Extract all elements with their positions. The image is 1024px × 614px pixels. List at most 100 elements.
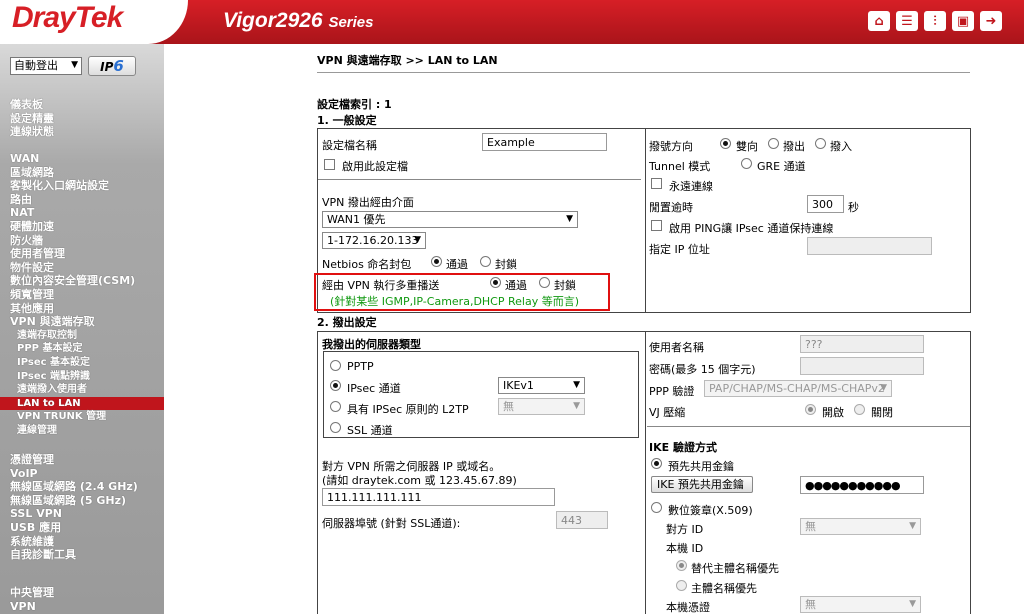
sidebar-item-g2-7[interactable]: 使用者管理 [0,247,164,261]
sidebar-item-g2-4[interactable]: NAT [0,206,164,220]
cert-radio[interactable] [651,502,662,513]
sidebar-item-g2-6[interactable]: 防火牆 [0,234,164,248]
sidebar-item-g3-5[interactable]: USB 應用 [0,521,164,535]
sidebar-item-vpn-2[interactable]: IPsec 基本設定 [0,356,164,370]
local-cert-select[interactable]: 無 ▼ [800,596,921,613]
sidebar-item-vpn-3[interactable]: IPsec 端點辨識 [0,370,164,384]
sidebar-item-g3-0[interactable]: 憑證管理 [0,453,164,467]
idle-timeout-input[interactable]: 300 [807,195,844,213]
sidebar-item-g2-12[interactable]: VPN 與遠端存取 [0,315,164,329]
ipv6-button[interactable]: IP6 [88,56,136,76]
ipsec-label: IPsec 通道 [347,382,401,395]
ping-label: 啟用 PING讓 IPsec 通道保持連線 [669,222,834,235]
ping-ip-input[interactable] [807,237,932,255]
multicast-pass-label: 通過 [505,279,527,292]
direction-both-radio[interactable] [720,138,731,149]
pptp-radio[interactable] [330,360,341,371]
chevron-down-icon: ▼ [909,599,916,609]
sidebar-item-vpn-1[interactable]: PPP 基本設定 [0,342,164,356]
netbios-block-radio[interactable] [480,256,491,267]
psk-radio[interactable] [651,458,662,469]
list-icon[interactable]: ☰ [896,11,918,31]
sidebar-item-g1-0[interactable]: 儀表板 [0,98,164,112]
idle-timeout-unit: 秒 [848,201,859,214]
sidebar-item-g2-9[interactable]: 數位內容安全管理(CSM) [0,274,164,288]
multicast-block-label: 封鎖 [554,279,576,292]
sidebar-item-g3-4[interactable]: SSL VPN [0,507,164,521]
ipsec-radio[interactable] [330,380,341,391]
ip-select[interactable]: 1-172.16.20.133 ▼ [322,232,426,249]
sidebar-item-g1-1[interactable]: 設定精靈 [0,112,164,126]
password-input[interactable] [800,357,924,375]
l2tp-policy-select[interactable]: 無 ▼ [498,398,585,415]
sidebar-item-g3-6[interactable]: 系統維護 [0,535,164,549]
netbios-pass-radio[interactable] [431,256,442,267]
always-on-checkbox[interactable] [651,178,662,189]
wan-select[interactable]: WAN1 優先 ▼ [322,211,578,228]
ppp-auth-select[interactable]: PAP/CHAP/MS-CHAP/MS-CHAPv2 ▼ [704,380,892,397]
psk-button[interactable]: IKE 預先共用金鑰 [651,476,753,493]
sidebar-item-g3-3[interactable]: 無線區域網路 (5 GHz) [0,494,164,508]
username-input[interactable]: ??? [800,335,924,353]
gre-radio[interactable] [741,158,752,169]
idle-timeout-label: 閒置逾時 [649,201,693,214]
psk-input[interactable]: ●●●●●●●●●●● [800,476,924,494]
model-name: Vigor2926 Series [223,9,374,32]
chevron-down-icon: ▼ [573,380,580,390]
chevron-down-icon: ▼ [573,401,580,411]
sidebar-item-g2-1[interactable]: 區域網路 [0,166,164,180]
sidebar-item-vpn-6[interactable]: VPN TRUNK 管理 [0,410,164,424]
sidebar-item-g2-0[interactable]: WAN [0,152,164,166]
sidebar-item-g2-2[interactable]: 客製化入口網站設定 [0,179,164,193]
auto-logout-select[interactable]: 自動登出 ▼ [10,57,82,75]
multicast-pass-radio[interactable] [490,277,501,288]
home-icon[interactable]: ⌂ [868,11,890,31]
sidebar-item-g3-7[interactable]: 自我診斷工具 [0,548,164,562]
sidebar-item-vpn-7[interactable]: 連線管理 [0,424,164,438]
subject-radio[interactable] [676,580,687,591]
ping-ip-label: 指定 IP 位址 [649,243,710,256]
l2tp-radio[interactable] [330,401,341,412]
profile-name-input[interactable]: Example [482,133,607,151]
enable-profile-checkbox[interactable] [324,159,335,170]
sidebar-item-g2-11[interactable]: 其他應用 [0,302,164,316]
sidebar-item-vpn-5[interactable]: LAN to LAN [0,396,164,411]
chevron-down-icon: ▼ [909,521,916,531]
logout-icon[interactable]: ➜ [980,11,1002,31]
server-ip-input[interactable]: 111.111.111.111 [322,488,555,506]
direction-in-radio[interactable] [815,138,826,149]
password-label: 密碼(最多 15 個字元) [649,363,756,376]
sidebar-item-g2-10[interactable]: 頻寬管理 [0,288,164,302]
sidebar-item-g2-3[interactable]: 路由 [0,193,164,207]
enable-profile-label: 啟用此設定檔 [342,160,408,173]
divider [317,72,970,73]
direction-out-label: 撥出 [783,140,805,153]
sidebar-item-g1-2[interactable]: 連線狀態 [0,125,164,139]
sidebar-item-g2-5[interactable]: 硬體加速 [0,220,164,234]
section-dialout-title: 2. 撥出設定 [317,316,377,329]
sidebar-item-g4-0[interactable]: 中央管理 [0,586,164,600]
save-icon[interactable]: ▣ [952,11,974,31]
multicast-block-radio[interactable] [539,277,550,288]
sidebar-item-g2-8[interactable]: 物件設定 [0,261,164,275]
alt-subject-radio[interactable] [676,560,687,571]
multicast-note: (針對某些 IGMP,IP-Camera,DHCP Relay 等而言) [330,295,580,308]
vj-on-label: 開啟 [822,406,844,419]
vpn-interface-label: VPN 撥出經由介面 [322,196,414,209]
peer-id-select[interactable]: 無 ▼ [800,518,921,535]
settings-icon[interactable]: ⫶ [924,11,946,31]
ssl-radio[interactable] [330,422,341,433]
sidebar-item-g3-1[interactable]: VoIP [0,467,164,481]
vj-on-radio[interactable] [805,404,816,415]
direction-out-radio[interactable] [768,138,779,149]
sidebar-item-g3-2[interactable]: 無線區域網路 (2.4 GHz) [0,480,164,494]
sidebar-item-vpn-0[interactable]: 遠端存取控制 [0,329,164,343]
sidebar-item-vpn-4[interactable]: 遠端撥入使用者 [0,383,164,397]
port-input[interactable]: 443 [556,511,608,529]
vj-off-radio[interactable] [854,404,865,415]
ping-checkbox[interactable] [651,220,662,231]
alt-subject-label: 替代主體名稱優先 [691,562,779,575]
ike-version-select[interactable]: IKEv1 ▼ [498,377,585,394]
sidebar-item-g4-1[interactable]: VPN [0,600,164,614]
cert-label: 數位簽章(X.509) [668,504,753,517]
